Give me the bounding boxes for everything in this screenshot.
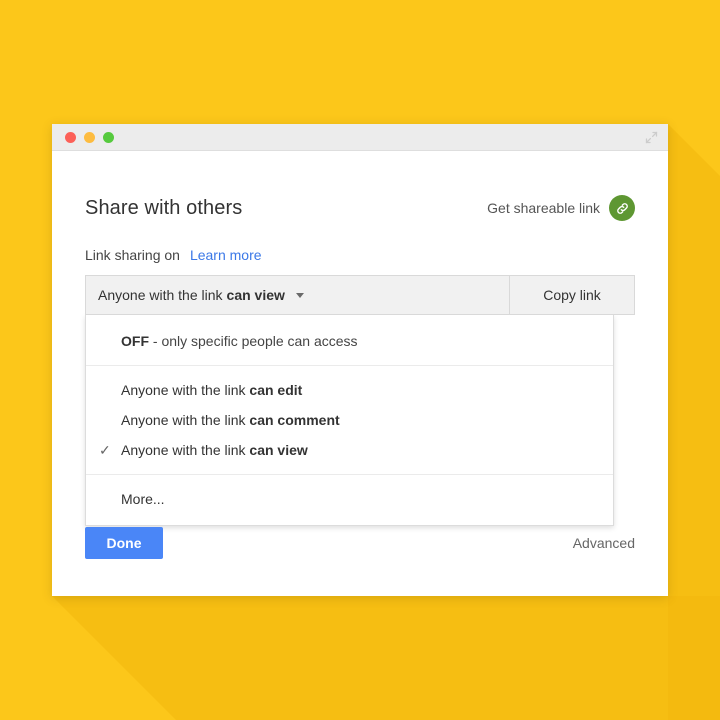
menu-group-off: OFF - only specific people can access [86,317,613,365]
menu-item-value: can view [249,442,308,458]
chain-link-icon[interactable] [609,195,635,221]
visibility-select-bar: Anyone with the link can view Copy link [85,275,635,315]
menu-item-can-edit[interactable]: Anyone with the link can edit [86,375,613,405]
checkmark-icon: ✓ [99,441,111,458]
link-sharing-status-text: Link sharing on [85,247,180,263]
menu-group-options: Anyone with the link can edit Anyone wit… [86,366,613,474]
visibility-dropdown-menu: OFF - only specific people can access An… [85,315,614,526]
window-minimize-button[interactable] [84,131,95,143]
menu-item-more[interactable]: More... [86,484,613,514]
menu-item-can-edit-label: Anyone with the link can edit [121,382,302,398]
menu-group-more: More... [86,475,613,523]
copy-link-button[interactable]: Copy link [509,275,635,315]
long-shadow-bottom [52,596,720,720]
menu-item-can-comment[interactable]: Anyone with the link can comment [86,405,613,435]
menu-item-can-view-label: Anyone with the link can view [121,442,308,458]
get-shareable-link-label: Get shareable link [487,200,600,216]
menu-item-can-comment-label: Anyone with the link can comment [121,412,340,428]
window-close-button[interactable] [65,131,76,143]
browser-window: Share with others Get shareable link Lin… [52,124,668,596]
menu-item-off-label: OFF - only specific people can access [121,333,358,349]
expand-diagonal-icon[interactable] [645,131,658,144]
menu-item-prefix: Anyone with the link [121,382,246,398]
menu-item-off-rest: - only specific people can access [149,333,358,349]
get-shareable-link-button[interactable]: Get shareable link [487,195,635,221]
dialog-footer: Done Advanced [85,527,635,559]
menu-item-off-bold: OFF [121,333,149,349]
link-sharing-status: Link sharing on Learn more [85,247,635,263]
visibility-select-prefix: Anyone with the link [98,287,223,303]
menu-item-value: can comment [249,412,340,428]
dialog-header: Share with others Get shareable link [85,151,635,221]
visibility-select-value: can view [226,287,285,303]
menu-item-prefix: Anyone with the link [121,442,246,458]
menu-item-prefix: Anyone with the link [121,412,246,428]
window-maximize-button[interactable] [103,131,114,143]
menu-item-can-view[interactable]: ✓ Anyone with the link can view [86,435,613,465]
menu-item-off[interactable]: OFF - only specific people can access [86,326,613,356]
done-button[interactable]: Done [85,527,163,559]
share-dialog: Share with others Get shareable link Lin… [52,151,668,596]
menu-item-more-label: More... [121,491,165,507]
window-titlebar [52,124,668,151]
visibility-select[interactable]: Anyone with the link can view [85,275,509,315]
menu-item-value: can edit [249,382,303,398]
learn-more-link[interactable]: Learn more [190,247,262,263]
advanced-link[interactable]: Advanced [573,535,635,551]
page-title: Share with others [85,196,243,219]
chevron-down-icon[interactable] [295,292,304,298]
